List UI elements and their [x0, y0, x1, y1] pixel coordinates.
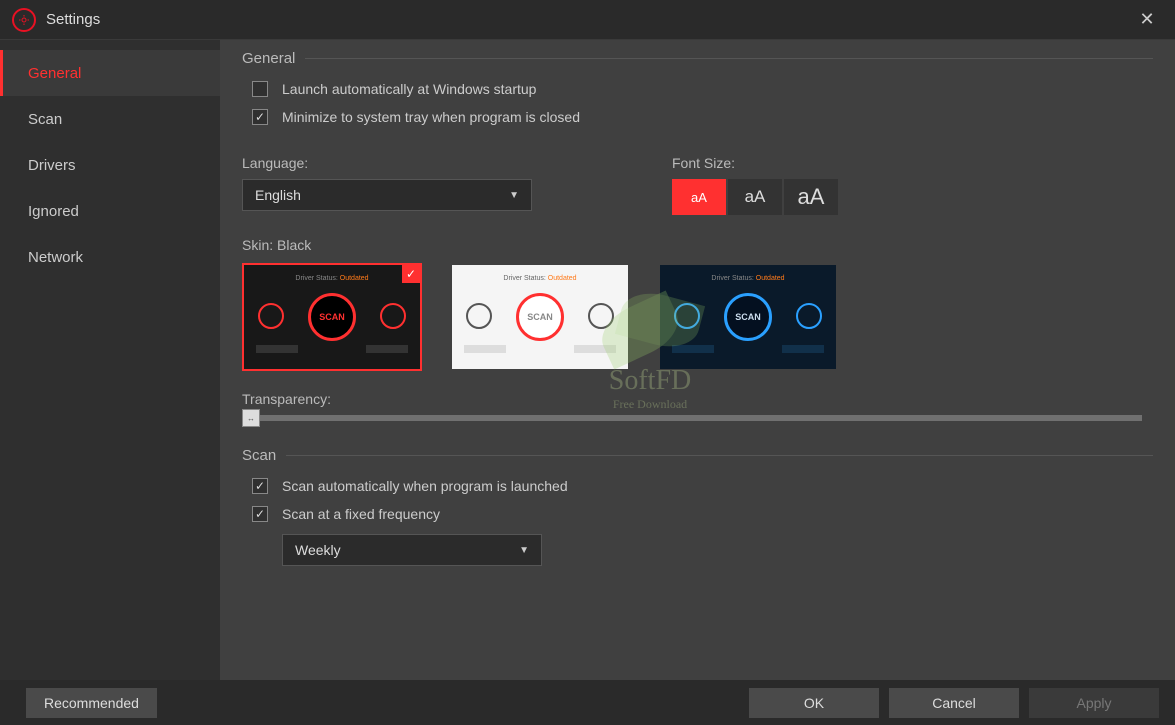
scan-auto-checkbox[interactable]: [252, 478, 268, 494]
divider: [305, 58, 1153, 59]
language-select[interactable]: English ▼: [242, 179, 532, 211]
scan-frequency-value: Weekly: [295, 542, 341, 558]
sidebar-item-label: Drivers: [28, 157, 76, 174]
close-icon[interactable]: ✕: [1131, 4, 1163, 36]
transparency-label: Transparency:: [242, 391, 1153, 407]
window-title: Settings: [46, 11, 100, 28]
sidebar-item-ignored[interactable]: Ignored: [0, 188, 220, 234]
section-heading-label: Scan: [242, 447, 276, 464]
launch-startup-checkbox[interactable]: [252, 81, 268, 97]
sidebar: General Scan Drivers Ignored Network: [0, 40, 220, 680]
scan-frequency-label: Scan at a fixed frequency: [282, 506, 440, 522]
content-panel: General Launch automatically at Windows …: [220, 40, 1175, 680]
minimize-tray-row[interactable]: Minimize to system tray when program is …: [252, 109, 1153, 125]
language-value: English: [255, 187, 301, 203]
sidebar-item-network[interactable]: Network: [0, 234, 220, 280]
chevron-down-icon: ▼: [509, 190, 519, 201]
apply-button[interactable]: Apply: [1029, 688, 1159, 718]
minimize-tray-label: Minimize to system tray when program is …: [282, 109, 580, 125]
font-size-group: aA aA aA: [672, 179, 840, 215]
sidebar-item-label: General: [28, 65, 81, 82]
launch-startup-row[interactable]: Launch automatically at Windows startup: [252, 81, 1153, 97]
language-label: Language:: [242, 155, 532, 171]
sidebar-item-drivers[interactable]: Drivers: [0, 142, 220, 188]
sidebar-item-general[interactable]: General: [0, 50, 220, 96]
title-bar: Settings ✕: [0, 0, 1175, 40]
section-heading-general: General: [242, 50, 1153, 67]
recommended-button[interactable]: Recommended: [26, 688, 157, 718]
footer: Recommended OK Cancel Apply: [0, 680, 1175, 725]
skin-label: Skin: Black: [242, 237, 1153, 253]
chevron-down-icon: ▼: [519, 545, 529, 556]
skin-option-white[interactable]: Driver Status: Outdated SCAN: [450, 263, 630, 371]
scan-frequency-checkbox[interactable]: [252, 506, 268, 522]
scan-auto-label: Scan automatically when program is launc…: [282, 478, 568, 494]
cancel-button[interactable]: Cancel: [889, 688, 1019, 718]
transparency-slider-handle[interactable]: ↔: [242, 409, 260, 427]
launch-startup-label: Launch automatically at Windows startup: [282, 81, 536, 97]
section-heading-scan: Scan: [242, 447, 1153, 464]
sidebar-item-scan[interactable]: Scan: [0, 96, 220, 142]
font-size-medium-button[interactable]: aA: [728, 179, 782, 215]
sidebar-item-label: Scan: [28, 111, 62, 128]
sidebar-item-label: Network: [28, 249, 83, 266]
scan-auto-row[interactable]: Scan automatically when program is launc…: [252, 478, 1153, 494]
section-heading-label: General: [242, 50, 295, 67]
sidebar-item-label: Ignored: [28, 203, 79, 220]
skin-option-black[interactable]: Driver Status: Outdated SCAN: [242, 263, 422, 371]
skin-options: Driver Status: Outdated SCAN Driver Stat…: [242, 263, 1153, 371]
divider: [286, 455, 1153, 456]
scan-frequency-select[interactable]: Weekly ▼: [282, 534, 542, 566]
font-size-large-button[interactable]: aA: [784, 179, 838, 215]
font-size-label: Font Size:: [672, 155, 840, 171]
skin-option-dark[interactable]: Driver Status: Outdated SCAN: [658, 263, 838, 371]
minimize-tray-checkbox[interactable]: [252, 109, 268, 125]
font-size-small-button[interactable]: aA: [672, 179, 726, 215]
ok-button[interactable]: OK: [749, 688, 879, 718]
transparency-slider[interactable]: ↔: [242, 415, 1142, 421]
app-icon: [12, 8, 36, 32]
scan-frequency-row[interactable]: Scan at a fixed frequency: [252, 506, 1153, 522]
